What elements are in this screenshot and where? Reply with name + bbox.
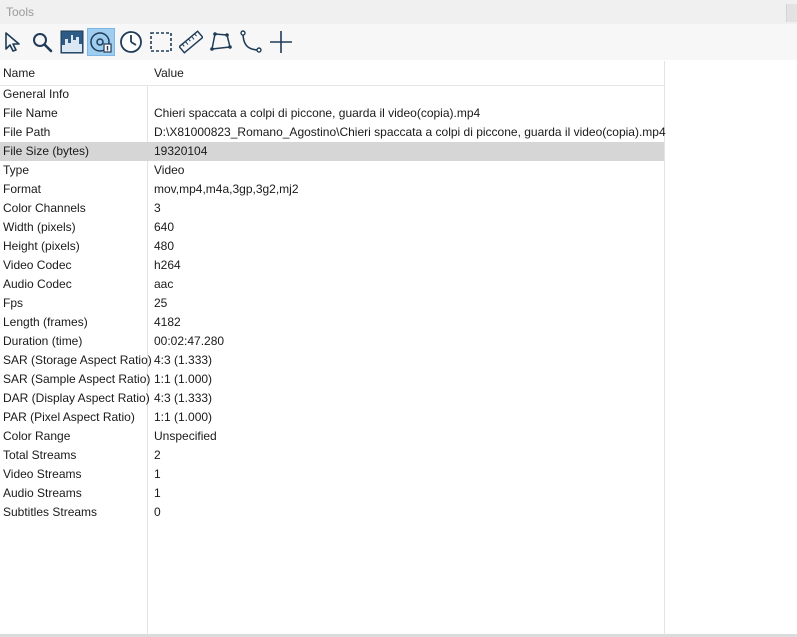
property-name: Format xyxy=(3,182,42,196)
table-row[interactable]: Length (frames) 4182 xyxy=(0,313,664,332)
property-name: PAR (Pixel Aspect Ratio) xyxy=(3,410,135,424)
table-row[interactable]: PAR (Pixel Aspect Ratio) 1:1 (1.000) xyxy=(0,408,664,427)
crosshair-icon xyxy=(269,30,293,54)
zoom-tool-button[interactable] xyxy=(28,28,56,56)
table-row[interactable]: Color Range Unspecified xyxy=(0,427,664,446)
value-column-header[interactable]: Value xyxy=(154,66,184,80)
crosshair-tool-button[interactable] xyxy=(267,28,295,56)
curve-icon xyxy=(239,30,263,54)
property-value: 4182 xyxy=(154,315,181,329)
table-row[interactable]: Height (pixels) 480 xyxy=(0,237,664,256)
property-value: 2 xyxy=(154,448,161,462)
magnifier-icon xyxy=(31,31,53,53)
table-row[interactable]: File Size (bytes) 19320104 xyxy=(0,142,664,161)
clock-icon xyxy=(119,30,143,54)
table-row[interactable]: Duration (time) 00:02:47.280 xyxy=(0,332,664,351)
property-value: 00:02:47.280 xyxy=(154,334,225,348)
property-name: SAR (Storage Aspect Ratio) xyxy=(3,353,152,367)
table-row[interactable]: SAR (Storage Aspect Ratio) 4:3 (1.333) xyxy=(0,351,664,370)
property-value: 4:3 (1.333) xyxy=(154,391,213,405)
table-row[interactable]: General Info xyxy=(0,85,664,104)
table-row[interactable]: Video Streams 1 xyxy=(0,465,664,484)
table-row[interactable]: Total Streams 2 xyxy=(0,446,664,465)
property-name: Height (pixels) xyxy=(3,239,80,253)
property-value: 25 xyxy=(154,296,168,310)
rectangle-select-icon xyxy=(149,30,173,54)
table-row[interactable]: Video Codec h264 xyxy=(0,256,664,275)
ruler-icon xyxy=(179,30,203,54)
table-row[interactable]: Audio Codec aac xyxy=(0,275,664,294)
property-name: Video Codec xyxy=(3,258,72,272)
property-value: 480 xyxy=(154,239,175,253)
properties-grid: Name Value General Info File Name Chieri s… xyxy=(0,61,797,634)
media-info-tool-button[interactable] xyxy=(87,28,115,56)
polygon-icon xyxy=(209,30,233,54)
property-name: Width (pixels) xyxy=(3,220,76,234)
column-divider[interactable] xyxy=(664,61,665,634)
rectangle-select-tool-button[interactable] xyxy=(147,28,175,56)
property-name: File Path xyxy=(3,125,51,139)
table-row[interactable]: Fps 25 xyxy=(0,294,664,313)
property-value: Video xyxy=(154,163,185,177)
property-value: 640 xyxy=(154,220,175,234)
header-row: Name Value xyxy=(0,61,664,86)
property-name: File Size (bytes) xyxy=(3,144,90,158)
table-row[interactable]: Width (pixels) 640 xyxy=(0,218,664,237)
property-name: Audio Codec xyxy=(3,277,72,291)
table-row[interactable]: File Name Chieri spaccata a colpi di picc… xyxy=(0,104,664,123)
property-name: Color Range xyxy=(3,429,71,443)
property-name: Video Streams xyxy=(3,467,82,481)
select-tool-button[interactable] xyxy=(0,28,28,56)
ruler-tool-button[interactable] xyxy=(177,28,205,56)
property-value: 0 xyxy=(154,505,161,519)
property-name: Audio Streams xyxy=(3,486,82,500)
histogram-icon xyxy=(60,30,84,54)
window-title: Tools xyxy=(6,5,35,19)
media-info-icon xyxy=(89,30,113,54)
time-tool-button[interactable] xyxy=(117,28,145,56)
title-bar: Tools xyxy=(0,0,797,24)
property-name: Subtitles Streams xyxy=(3,505,98,519)
property-name: Color Channels xyxy=(3,201,86,215)
table-row[interactable]: Format mov,mp4,m4a,3gp,3g2,mj2 xyxy=(0,180,664,199)
property-name: DAR (Display Aspect Ratio) xyxy=(3,391,150,405)
property-name: Duration (time) xyxy=(3,334,83,348)
name-column-header[interactable]: Name xyxy=(3,66,35,80)
property-value: mov,mp4,m4a,3gp,3g2,mj2 xyxy=(154,182,299,196)
property-name: File Name xyxy=(3,106,58,120)
property-value: 1 xyxy=(154,467,161,481)
table-row[interactable]: File Path D:\X81000823_Romano_Agostino\Ch… xyxy=(0,123,666,142)
property-value: Chieri spaccata a colpi di piccone, guar… xyxy=(154,106,481,120)
curve-tool-button[interactable] xyxy=(237,28,265,56)
property-name: SAR (Sample Aspect Ratio) xyxy=(3,372,151,386)
toolbar xyxy=(0,24,797,60)
table-row[interactable]: Color Channels 3 xyxy=(0,199,664,218)
property-value: 19320104 xyxy=(154,144,208,158)
histogram-tool-button[interactable] xyxy=(58,28,86,56)
property-value: 1:1 (1.000) xyxy=(154,372,213,386)
window-control-button[interactable] xyxy=(786,4,797,22)
arrow-pointer-icon xyxy=(3,31,25,53)
property-name: Length (frames) xyxy=(3,315,88,329)
property-name: Fps xyxy=(3,296,24,310)
table-row[interactable]: Audio Streams 1 xyxy=(0,484,664,503)
property-value: 1 xyxy=(154,486,161,500)
property-value: 1:1 (1.000) xyxy=(154,410,213,424)
rows-container: General Info File Name Chieri spaccata a c… xyxy=(0,85,666,522)
polygon-tool-button[interactable] xyxy=(207,28,235,56)
table-row[interactable]: Subtitles Streams 0 xyxy=(0,503,664,522)
property-value: D:\X81000823_Romano_Agostino\Chieri spac… xyxy=(154,125,666,139)
property-name: Type xyxy=(3,163,30,177)
property-value: aac xyxy=(154,277,174,291)
table-row[interactable]: Type Video xyxy=(0,161,664,180)
property-value: Unspecified xyxy=(154,429,217,443)
table-row[interactable]: DAR (Display Aspect Ratio) 4:3 (1.333) xyxy=(0,389,664,408)
property-value: h264 xyxy=(154,258,181,272)
table-row[interactable]: SAR (Sample Aspect Ratio) 1:1 (1.000) xyxy=(0,370,664,389)
property-name: Total Streams xyxy=(3,448,77,462)
property-value: 4:3 (1.333) xyxy=(154,353,213,367)
property-name: General Info xyxy=(3,87,70,101)
property-value: 3 xyxy=(154,201,161,215)
